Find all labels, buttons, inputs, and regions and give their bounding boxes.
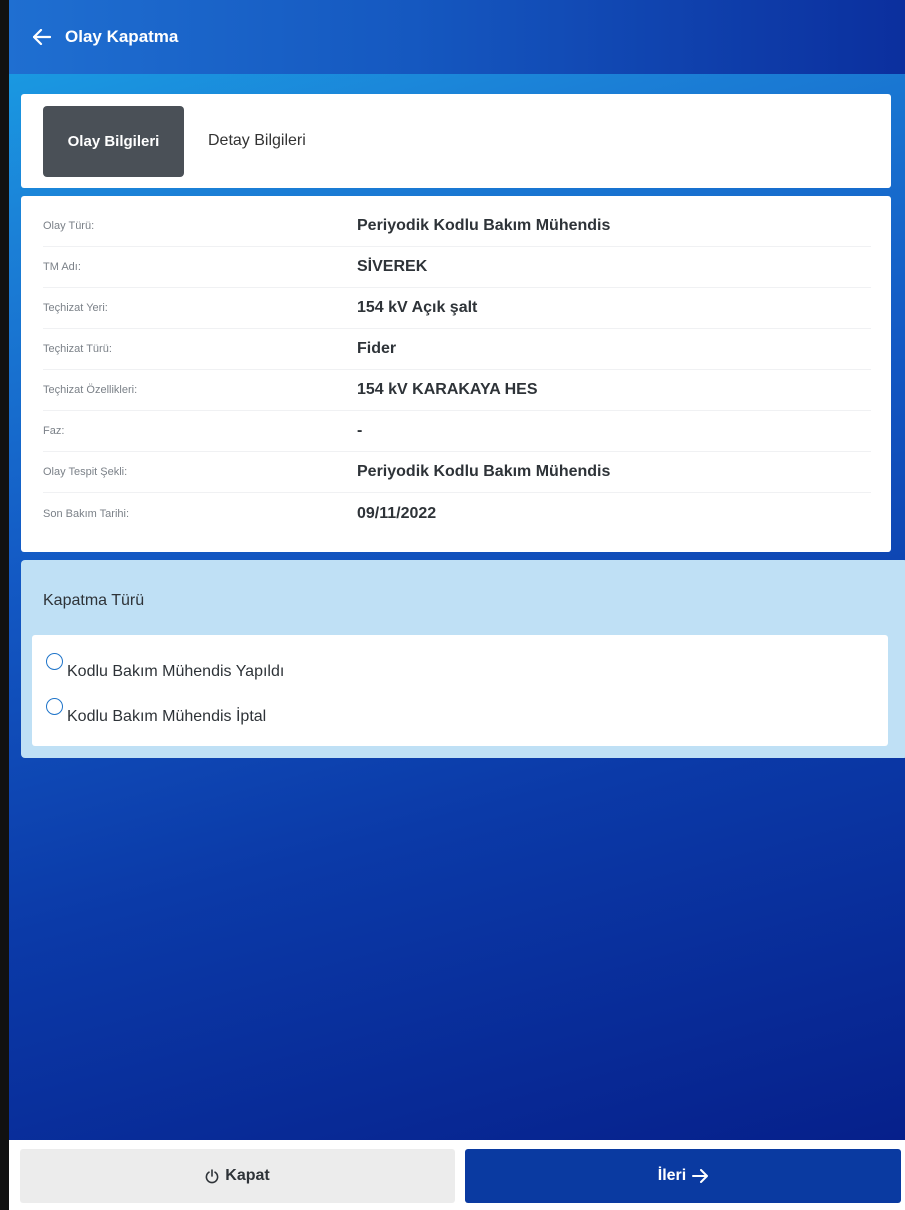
radio-option-iptal[interactable]: Kodlu Bakım Mühendis İptal [46,698,888,743]
info-value: Fider [357,340,397,357]
info-label: TM Adı: [43,261,81,273]
radio-button[interactable] [46,653,63,670]
footer-bar: Kapat İleri [9,1140,905,1210]
page-title: Olay Kapatma [65,27,179,46]
info-label: Teçhizat Yeri: [43,302,108,314]
info-row-techizat-turu: Teçhizat Türü: Fider [43,329,871,370]
close-button[interactable]: Kapat [20,1149,455,1203]
info-card: Olay Türü: Periyodik Kodlu Bakım Mühendi… [21,196,891,552]
power-icon [205,1168,219,1184]
radio-label: Kodlu Bakım Mühendis Yapıldı [67,663,285,680]
info-value: 154 kV Açık şalt [357,299,478,316]
radio-button[interactable] [46,698,63,715]
app-background: Olay Kapatma Olay Bilgileri Detay Bilgil… [9,0,905,1140]
next-button-label: İleri [657,1167,687,1184]
closure-type-title: Kapatma Türü [43,592,145,609]
info-value: 09/11/2022 [357,504,437,522]
info-value: 154 kV KARAKAYA HES [357,381,538,398]
arrow-right-icon [692,1169,709,1183]
next-button[interactable]: İleri [465,1149,901,1203]
arrow-left-icon[interactable] [31,26,53,48]
info-label: Son Bakım Tarihi: [43,507,130,520]
info-value: - [357,422,363,439]
info-row-son-bakim-tarihi: Son Bakım Tarihi: 09/11/2022 [43,493,871,534]
tab-detay-bilgileri[interactable]: Detay Bilgileri [208,132,306,150]
left-border [0,0,9,1210]
info-label: Teçhizat Özellikleri: [43,384,138,396]
header-bar: Olay Kapatma [9,0,905,74]
info-row-olay-turu: Olay Türü: Periyodik Kodlu Bakım Mühendi… [43,206,871,247]
screen: Olay Kapatma Olay Bilgileri Detay Bilgil… [0,0,905,1210]
info-row-faz: Faz: - [43,411,871,452]
info-row-tm-adi: TM Adı: SİVEREK [43,247,871,288]
info-row-techizat-yeri: Teçhizat Yeri: 154 kV Açık şalt [43,288,871,329]
info-label: Olay Türü: [43,220,95,232]
radio-label: Kodlu Bakım Mühendis İptal [67,708,267,725]
closure-type-section: Kapatma Türü Kodlu Bakım Mühendis Yapıld… [21,560,905,758]
info-value: Periyodik Kodlu Bakım Mühendis [357,463,611,480]
info-label: Teçhizat Türü: [43,343,112,355]
info-label: Olay Tespit Şekli: [43,466,128,478]
info-value: SİVEREK [357,258,428,275]
info-value: Periyodik Kodlu Bakım Mühendis [357,217,611,234]
info-label: Faz: [43,425,65,437]
closure-options-card: Kodlu Bakım Mühendis Yapıldı Kodlu Bakım… [32,635,888,746]
tabs-card: Olay Bilgileri Detay Bilgileri [21,94,891,188]
tab-olay-bilgileri[interactable]: Olay Bilgileri [43,105,184,177]
close-button-label: Kapat [225,1167,270,1184]
info-row-techizat-ozellikleri: Teçhizat Özellikleri: 154 kV KARAKAYA HE… [43,370,871,411]
info-row-olay-tespit-sekli: Olay Tespit Şekli: Periyodik Kodlu Bakım… [43,452,871,493]
radio-option-yapildi[interactable]: Kodlu Bakım Mühendis Yapıldı [46,653,888,698]
